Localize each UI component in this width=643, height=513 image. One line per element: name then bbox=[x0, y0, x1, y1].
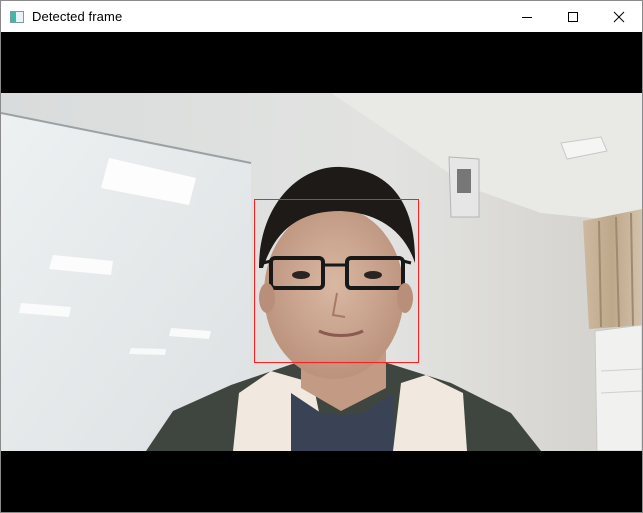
close-button[interactable] bbox=[596, 1, 642, 32]
maximize-icon bbox=[568, 11, 578, 22]
minimize-button[interactable] bbox=[504, 1, 550, 32]
window-controls bbox=[504, 1, 642, 32]
window-title: Detected frame bbox=[32, 9, 123, 24]
detected-frame-window: Detected frame bbox=[0, 0, 643, 513]
maximize-button[interactable] bbox=[550, 1, 596, 32]
video-frame bbox=[1, 32, 642, 512]
close-icon bbox=[613, 11, 625, 22]
title-bar[interactable]: Detected frame bbox=[1, 1, 642, 32]
face-detection-box bbox=[254, 199, 419, 363]
app-icon bbox=[10, 10, 24, 23]
minimize-icon bbox=[522, 16, 532, 18]
